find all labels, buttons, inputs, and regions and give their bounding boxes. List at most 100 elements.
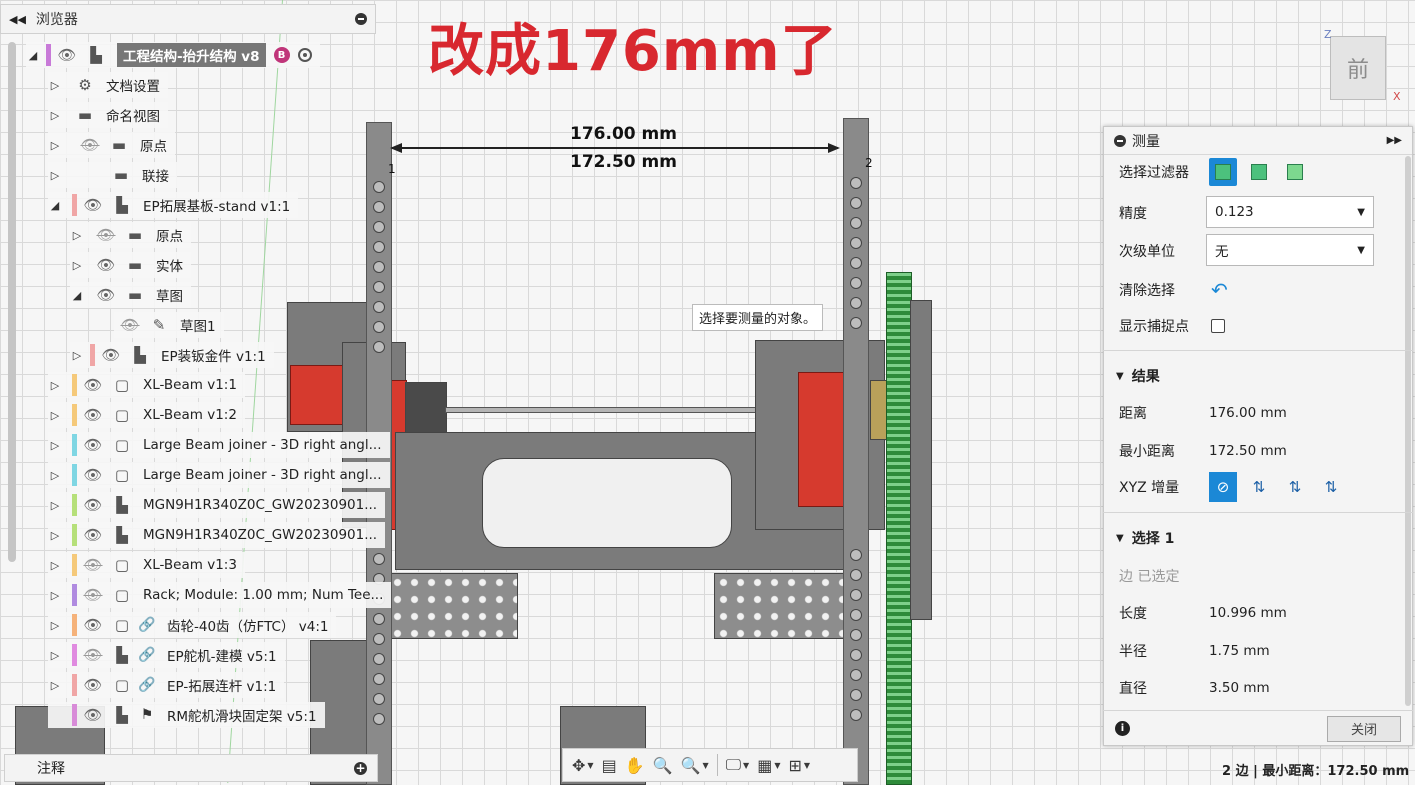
collapse-triangle-icon[interactable]: ▼ xyxy=(1116,371,1124,382)
measure-header[interactable]: 测量 ▶▶ xyxy=(1104,127,1412,155)
expand-triangle-icon[interactable]: ▷ xyxy=(48,589,62,602)
visibility-eye-icon[interactable]: 👁 xyxy=(83,496,103,514)
visibility-eye-icon[interactable]: 👁 xyxy=(83,616,103,634)
tree-item-xl-beam-3[interactable]: ▷ 👁 ▢ XL-Beam v1:3 xyxy=(48,552,245,578)
visibility-eye-icon[interactable]: 👁 xyxy=(83,196,103,214)
hidden-eye-icon[interactable]: 👁 xyxy=(80,136,100,154)
expand-triangle-icon[interactable]: ▷ xyxy=(70,229,84,242)
tree-item-xl-beam-1[interactable]: ▷ 👁 ▢ XL-Beam v1:1 xyxy=(48,372,245,398)
tree-item-ep-sheet[interactable]: ▷ 👁 ▙ EP装钣金件 v1:1 xyxy=(70,342,274,368)
tree-item-gear-40[interactable]: ▷ 👁 ▢ 🔗 齿轮-40齿（仿FTC） v4:1 xyxy=(48,612,337,638)
visibility-eye-icon[interactable]: 👁 xyxy=(57,46,77,64)
tree-item-ep-link[interactable]: ▷ 👁 ▢ 🔗 EP-拓展连杆 v1:1 xyxy=(48,672,285,698)
expand-triangle-icon[interactable]: ▷ xyxy=(48,559,62,572)
minimize-icon[interactable] xyxy=(1114,134,1126,147)
close-button[interactable]: 关闭 xyxy=(1327,715,1401,742)
expand-triangle-icon[interactable]: ▷ xyxy=(48,169,62,182)
measure-scrollbar[interactable] xyxy=(1405,156,1411,706)
expand-triangle-icon[interactable]: ▷ xyxy=(48,139,62,152)
tree-item-joints[interactable]: ▷ ▬ 联接 xyxy=(48,162,177,188)
expand-triangle-icon[interactable]: ▷ xyxy=(48,469,62,482)
orbit-icon[interactable]: ✥ ▼ xyxy=(569,752,597,778)
visibility-eye-icon[interactable]: 👁 xyxy=(83,436,103,454)
expand-triangle-icon[interactable]: ▷ xyxy=(48,529,62,542)
expand-triangle-icon[interactable]: ▷ xyxy=(48,499,62,512)
expand-right-icon[interactable]: ▶▶ xyxy=(1387,135,1402,146)
activate-radio-icon[interactable] xyxy=(297,48,312,62)
grid-icon[interactable]: ▦ ▼ xyxy=(754,752,783,778)
selection-section[interactable]: ▼ 选择 1 xyxy=(1116,528,1174,548)
tree-item-named-views[interactable]: ▷ ▬ 命名视图 xyxy=(48,102,168,128)
undo-icon[interactable]: ↶ xyxy=(1211,278,1228,302)
tree-item-origin[interactable]: ▷ 👁 ▬ 原点 xyxy=(48,132,175,158)
collapse-left-icon[interactable]: ◀◀ xyxy=(9,13,26,26)
tree-item-beam-joiner-2[interactable]: ▷ 👁 ▢ Large Beam joiner - 3D right angl.… xyxy=(48,462,390,488)
visibility-eye-icon[interactable]: 👁 xyxy=(83,406,103,424)
browser-header[interactable]: ◀◀ 浏览器 xyxy=(0,4,376,34)
collapse-triangle-icon[interactable]: ▼ xyxy=(1116,533,1124,544)
tree-item-doc-settings[interactable]: ▷ ⚙ 文档设置 xyxy=(48,72,168,98)
tree-item-xl-beam-2[interactable]: ▷ 👁 ▢ XL-Beam v1:2 xyxy=(48,402,245,428)
secondary-unit-select[interactable]: 无 ▼ xyxy=(1206,234,1374,266)
show-snap-checkbox[interactable] xyxy=(1211,319,1225,333)
expand-triangle-icon[interactable]: ▷ xyxy=(48,439,62,452)
filter-body-icon[interactable] xyxy=(1209,158,1237,186)
visibility-eye-icon[interactable]: 👁 xyxy=(101,346,121,364)
hidden-eye-icon[interactable]: 👁 xyxy=(120,316,140,334)
tree-item-sketch1[interactable]: 👁 ✎ 草图1 xyxy=(114,312,224,338)
notes-bar[interactable]: 注释 + xyxy=(4,754,378,782)
tree-item-rm-servo-bracket[interactable]: ▷ 👁 ▙ ⚑ RM舵机滑块固定架 v5:1 xyxy=(48,702,325,728)
expand-triangle-icon[interactable]: ▷ xyxy=(48,409,62,422)
info-icon[interactable]: i xyxy=(1115,721,1130,736)
tree-item-ep-servo[interactable]: ▷ 👁 ▙ 🔗 EP舵机-建模 v5:1 xyxy=(48,642,285,668)
expand-triangle-icon[interactable]: ▷ xyxy=(48,379,62,392)
hidden-eye-icon[interactable]: 👁 xyxy=(96,226,116,244)
viewports-icon[interactable]: ⊞ ▼ xyxy=(785,752,813,778)
tree-item-bodies[interactable]: ▷ 👁 ▬ 实体 xyxy=(70,252,191,278)
hidden-eye-icon[interactable]: 👁 xyxy=(83,556,103,574)
expand-triangle-icon[interactable]: ▷ xyxy=(48,109,62,122)
collapse-triangle-icon[interactable]: ◢ xyxy=(70,289,84,302)
filter-face-icon[interactable] xyxy=(1245,158,1273,186)
zoom-icon[interactable]: 🔍 xyxy=(650,752,676,778)
view-cube[interactable]: 前 xyxy=(1330,36,1386,100)
visibility-eye-icon[interactable]: 👁 xyxy=(83,526,103,544)
visibility-eye-icon[interactable]: 👁 xyxy=(96,256,116,274)
look-at-icon[interactable]: ▤ xyxy=(599,752,620,778)
fit-zoom-icon[interactable]: 🔍 ▼ xyxy=(678,752,712,778)
expand-triangle-icon[interactable]: ▷ xyxy=(48,649,62,662)
visibility-eye-icon[interactable]: 👁 xyxy=(96,286,116,304)
visibility-eye-icon[interactable]: 👁 xyxy=(83,376,103,394)
expand-triangle-icon[interactable]: ▷ xyxy=(48,79,62,92)
no-delta-icon[interactable]: ⊘ xyxy=(1209,472,1237,502)
browser-scrollbar[interactable] xyxy=(8,42,16,562)
tree-item-origin-2[interactable]: ▷ 👁 ▬ 原点 xyxy=(70,222,191,248)
tree-item-rack[interactable]: ▷ 👁 ▢ Rack; Module: 1.00 mm; Num Tee... xyxy=(48,582,392,608)
delta-world-icon[interactable]: ⇅ xyxy=(1317,472,1345,502)
display-settings-icon[interactable]: 🖵 ▼ xyxy=(723,752,753,778)
tree-item-beam-joiner-1[interactable]: ▷ 👁 ▢ Large Beam joiner - 3D right angl.… xyxy=(48,432,390,458)
tree-item-ep-base[interactable]: ◢ 👁 ▙ EP拓展基板-stand v1:1 xyxy=(48,192,299,218)
collapse-triangle-icon[interactable]: ◢ xyxy=(26,49,40,62)
expand-triangle-icon[interactable]: ▷ xyxy=(70,259,84,272)
results-section[interactable]: ▼ 结果 xyxy=(1116,366,1160,386)
hidden-eye-icon[interactable]: 👁 xyxy=(83,586,103,604)
tree-item-sketches[interactable]: ◢ 👁 ▬ 草图 xyxy=(70,282,191,308)
visibility-eye-icon[interactable]: 👁 xyxy=(83,676,103,694)
expand-triangle-icon[interactable]: ▷ xyxy=(48,679,62,692)
precision-select[interactable]: 0.123 ▼ xyxy=(1206,196,1374,228)
delta-2-icon[interactable]: ⇅ xyxy=(1281,472,1309,502)
visibility-eye-icon[interactable]: 👁 xyxy=(83,466,103,484)
expand-triangle-icon[interactable]: ▷ xyxy=(70,349,84,362)
collapse-triangle-icon[interactable]: ◢ xyxy=(48,199,62,212)
tree-item-mgn-1[interactable]: ▷ 👁 ▙ MGN9H1R340Z0C_GW20230901... xyxy=(48,492,386,518)
add-note-icon[interactable]: + xyxy=(354,761,367,775)
visibility-eye-icon[interactable]: 👁 xyxy=(83,706,103,724)
filter-edge-icon[interactable] xyxy=(1281,158,1309,186)
browser-minimize-icon[interactable] xyxy=(355,13,367,25)
tree-root[interactable]: ◢ 👁 ▙ 工程结构-抬升结构 v8 B xyxy=(26,42,320,68)
expand-triangle-icon[interactable]: ▷ xyxy=(48,619,62,632)
delta-1-icon[interactable]: ⇅ xyxy=(1245,472,1273,502)
tree-item-mgn-2[interactable]: ▷ 👁 ▙ MGN9H1R340Z0C_GW20230901... xyxy=(48,522,386,548)
hidden-eye-icon[interactable]: 👁 xyxy=(83,646,103,664)
